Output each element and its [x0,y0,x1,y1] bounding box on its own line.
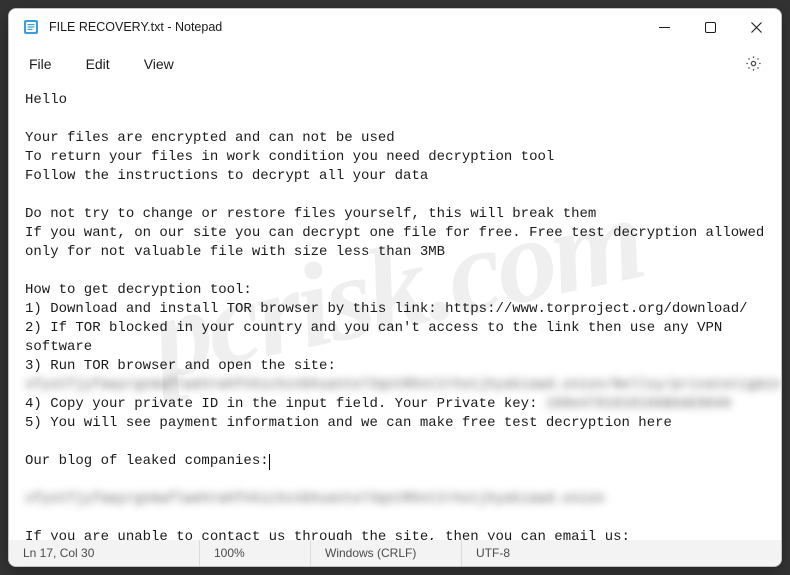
text-line: If you are unable to contact us through … [25,529,638,540]
minimize-button[interactable] [641,9,687,45]
text-editor[interactable]: Hello Your files are encrypted and can n… [9,83,781,540]
maximize-button[interactable] [687,9,733,45]
menu-edit[interactable]: Edit [72,50,124,78]
menubar: File Edit View [9,45,781,83]
statusbar: Ln 17, Col 30 100% Windows (CRLF) UTF-8 [9,540,781,566]
status-lineending[interactable]: Windows (CRLF) [311,540,461,566]
text-line: How to get decryption tool: [25,282,252,298]
close-button[interactable] [733,9,779,45]
redacted-text: xfyotfjyfawyrgnAwflwehrwhfnhichcnbhuante… [25,377,781,393]
text-line: To return your files in work condition y… [25,149,554,165]
text-line: Do not try to change or restore files yo… [25,206,596,222]
notepad-window: FILE RECOVERY.txt - Notepad File Edit Vi… [8,8,782,567]
text-line: Follow the instructions to decrypt all y… [25,168,428,184]
window-controls [641,9,779,45]
titlebar: FILE RECOVERY.txt - Notepad [9,9,781,45]
text-line: Our blog of leaked companies: [25,453,269,469]
text-line: Your files are encrypted and can not be … [25,130,395,146]
menu-file[interactable]: File [15,50,66,78]
text-line: 4) Copy your private ID in the input fie… [25,396,546,412]
redacted-text: 180e478101010ABAAE0040 [546,396,731,412]
text-line: 1) Download and install TOR browser by t… [25,301,748,317]
notepad-icon [23,19,39,35]
text-line: If you want, on our site you can decrypt… [25,225,773,260]
window-title: FILE RECOVERY.txt - Notepad [49,20,641,34]
settings-button[interactable] [737,48,769,80]
redacted-text: xfyotfjyfawyrgnAwflwehrwhfnhichcnbhuante… [25,491,605,507]
status-zoom[interactable]: 100% [200,540,310,566]
text-line: 2) If TOR blocked in your country and yo… [25,320,731,355]
status-position: Ln 17, Col 30 [9,540,199,566]
text-line: 3) Run TOR browser and open the site: [25,358,336,374]
status-encoding[interactable]: UTF-8 [462,540,781,566]
text-line: 5) You will see payment information and … [25,415,672,431]
menu-view[interactable]: View [130,50,188,78]
text-caret [269,454,270,470]
text-line: Hello [25,92,67,108]
